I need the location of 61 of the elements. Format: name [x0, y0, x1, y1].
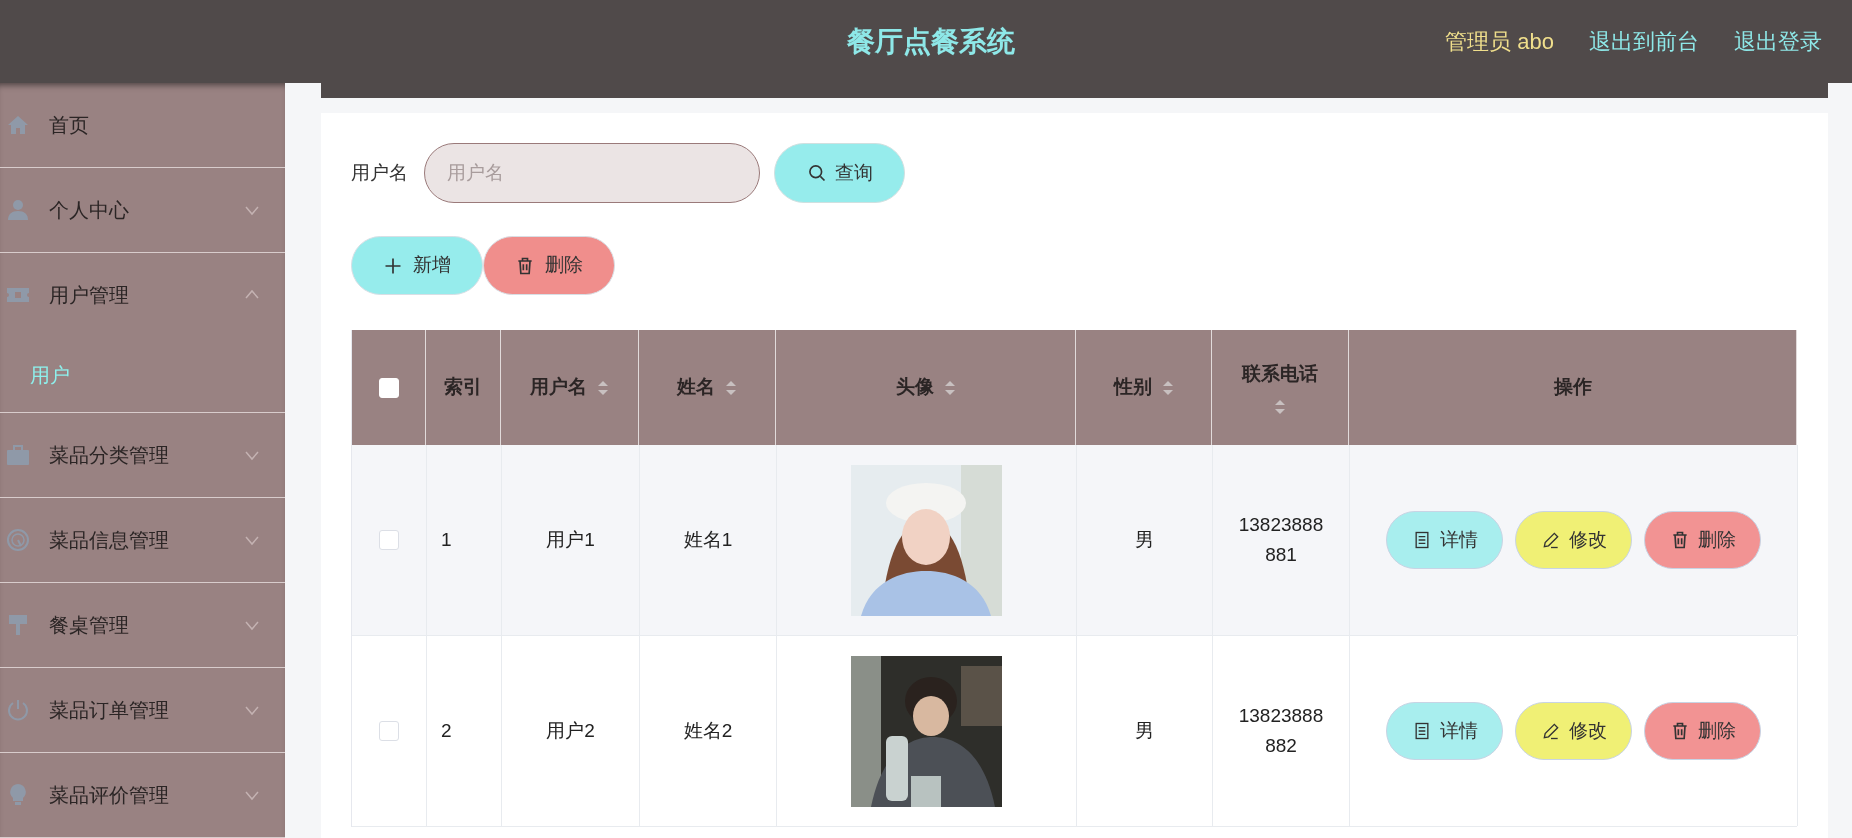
sidebar-item[interactable]: 菜品评价管理 — [0, 753, 285, 837]
table-cell-text: 用户1 — [546, 527, 595, 552]
edit-button[interactable]: 修改 — [1515, 702, 1632, 760]
sidebar-item[interactable]: 菜品信息管理 — [0, 498, 285, 582]
sidebar-item[interactable]: 个人中心 — [0, 168, 285, 252]
home-icon — [6, 113, 30, 137]
header-link[interactable]: 退出到前台 — [1589, 25, 1699, 58]
column-header: 头像 — [895, 375, 934, 400]
sidebar-item-label: 用户管理 — [49, 283, 129, 308]
column-header: 联系电话 — [1242, 362, 1318, 387]
detail-button[interactable]: 详情 — [1386, 511, 1503, 569]
gauge-icon — [6, 528, 30, 552]
select-all-checkbox[interactable] — [378, 377, 399, 398]
pencil-icon — [1540, 721, 1561, 741]
column-header: 索引 — [444, 375, 482, 400]
sidebar-item[interactable]: 用户管理 — [0, 253, 285, 337]
delete-button[interactable]: 删除 — [483, 236, 615, 295]
table-cell-text: 13823888882 — [1238, 704, 1324, 758]
column-header: 用户名 — [530, 375, 587, 400]
trash-icon — [515, 255, 535, 276]
username-field[interactable]: 用户名 — [424, 143, 760, 203]
column-header: 操作 — [1553, 375, 1592, 400]
delete-button[interactable]: 删除 — [1644, 511, 1761, 569]
power-icon — [6, 698, 30, 722]
edit-button[interactable]: 修改 — [1515, 511, 1632, 569]
sidebar-item-label: 个人中心 — [49, 198, 129, 223]
sidebar-item-label: 菜品订单管理 — [49, 698, 169, 723]
sidebar-item[interactable]: 首页 — [0, 83, 285, 167]
add-button[interactable]: 新增 — [351, 236, 483, 295]
pencil-icon — [1540, 530, 1561, 550]
table-cell-text: 13823888881 — [1238, 513, 1324, 567]
sidebar-item[interactable]: 菜品分类管理 — [0, 413, 285, 497]
sidebar-item-label: 菜品评价管理 — [49, 783, 169, 808]
user-icon — [6, 198, 30, 222]
search-icon — [806, 163, 827, 183]
table-cell-text: 姓名1 — [683, 527, 733, 552]
sidebar-item-label: 首页 — [49, 113, 89, 138]
table-cell-text: 1 — [441, 527, 452, 552]
row-checkbox[interactable] — [379, 530, 399, 550]
table-cell-text: 用户2 — [546, 718, 595, 743]
column-header: 性别 — [1113, 375, 1152, 400]
header-link[interactable]: 退出登录 — [1734, 25, 1822, 58]
roller-icon — [6, 613, 30, 637]
admin-user-label: 管理员 abo — [1445, 28, 1554, 56]
search-button[interactable]: 查询 — [774, 143, 905, 203]
row-checkbox[interactable] — [379, 721, 399, 741]
sidebar-item[interactable]: 餐桌管理 — [0, 583, 285, 667]
delete-button[interactable]: 删除 — [1644, 702, 1761, 760]
table-cell-text: 姓名2 — [683, 718, 733, 743]
sidebar-item-label: 菜品信息管理 — [49, 528, 169, 553]
table-cell-text: 男 — [1135, 718, 1154, 743]
table-cell-text: 2 — [441, 718, 452, 743]
sidebar-item-label: 餐桌管理 — [49, 613, 129, 638]
column-header: 姓名 — [677, 375, 715, 400]
table-cell-text: 男 — [1135, 527, 1154, 552]
briefcase-icon — [6, 443, 30, 467]
search-label: 用户名 — [351, 160, 408, 185]
sidebar-item[interactable]: 菜品订单管理 — [0, 668, 285, 752]
detail-button[interactable]: 详情 — [1386, 702, 1503, 760]
sidebar-item-label: 菜品分类管理 — [49, 443, 169, 468]
app-title: 餐厅点餐系统 — [847, 24, 1015, 59]
